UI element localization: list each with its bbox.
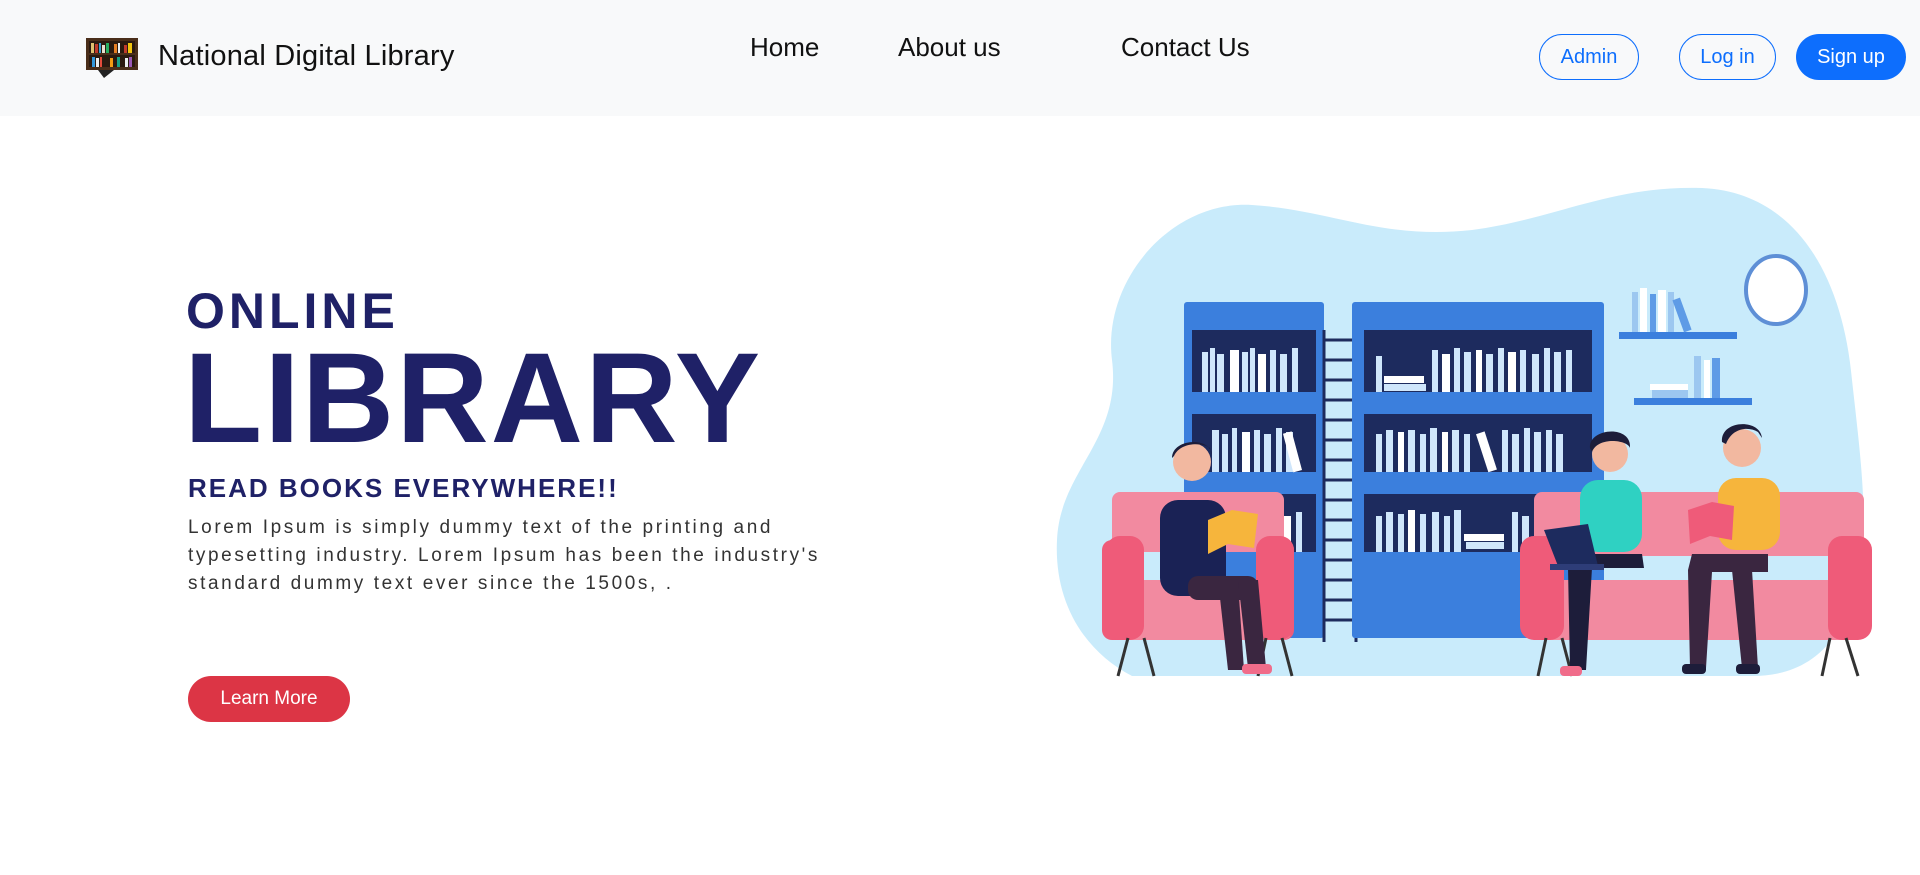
hero-big-title: LIBRARY <box>184 327 763 470</box>
hero-tagline: READ BOOKS EVERYWHERE!! <box>188 473 619 503</box>
brand-name: National Digital Library <box>158 39 455 72</box>
learn-more-button[interactable]: Learn More <box>188 676 350 722</box>
signup-button[interactable]: Sign up <box>1796 34 1906 80</box>
admin-button[interactable]: Admin <box>1539 34 1639 80</box>
hero-description: Lorem Ipsum is simply dummy text of the … <box>188 517 821 594</box>
library-reading-illustration <box>1056 187 1872 677</box>
login-button[interactable]: Log in <box>1679 34 1776 80</box>
nav-home-link[interactable]: Home <box>750 32 819 63</box>
brand-link[interactable]: National Digital Library <box>84 34 455 78</box>
nav-about-link[interactable]: About us <box>898 32 1001 63</box>
navbar: National Digital Library Home About us C… <box>0 0 1920 116</box>
bookshelf-logo-icon <box>86 38 138 78</box>
nav-contact-link[interactable]: Contact Us <box>1121 32 1250 63</box>
wall-mirror <box>1744 254 1808 326</box>
